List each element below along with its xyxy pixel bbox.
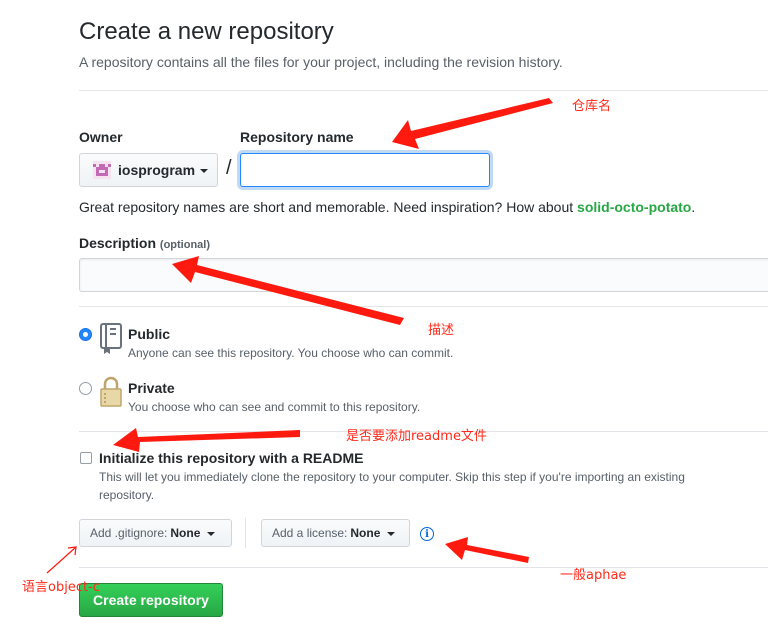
owner-label: Owner — [79, 129, 123, 145]
repo-public-icon — [99, 323, 123, 360]
readme-title: Initialize this repository with a README — [99, 450, 364, 466]
license-value: None — [350, 526, 381, 540]
arrow-repo-name — [392, 98, 553, 149]
arrow-gitignore — [46, 546, 77, 574]
annotation-repo-name: 仓库名 — [572, 99, 612, 114]
hint-end: . — [691, 199, 696, 215]
repo-name-label: Repository name — [240, 129, 354, 145]
gitignore-value: None — [170, 526, 201, 540]
divider — [79, 90, 768, 91]
readme-note-line1: This will let you immediately clone the … — [99, 470, 685, 484]
annotation-license: 一般aphae — [560, 568, 627, 583]
repo-name-input[interactable] — [240, 153, 490, 187]
annotation-description: 描述 — [428, 323, 455, 338]
private-radio[interactable] — [79, 382, 92, 395]
license-dropdown[interactable]: Add a license: None — [261, 519, 410, 547]
owner-repo-separator: / — [226, 157, 232, 179]
chevron-down-icon — [200, 169, 209, 173]
page-subtitle: A repository contains all the files for … — [79, 54, 563, 70]
divider — [79, 306, 768, 307]
gitignore-dropdown[interactable]: Add .gitignore: None — [79, 519, 232, 547]
gitignore-label: Add .gitignore: — [90, 526, 168, 540]
lock-icon — [99, 376, 123, 413]
owner-avatar — [93, 161, 111, 179]
description-input[interactable] — [79, 258, 768, 292]
page-title: Create a new repository — [79, 18, 334, 45]
public-note: Anyone can see this repository. You choo… — [128, 346, 454, 360]
owner-value: iosprogram — [118, 162, 196, 178]
license-label: Add a license: — [272, 526, 348, 540]
optional-tag: (optional) — [159, 239, 211, 251]
arrow-license — [445, 537, 529, 563]
readme-note-line2: repository. — [99, 488, 155, 502]
hint-text: Great repository names are short and mem… — [79, 199, 578, 215]
readme-checkbox[interactable] — [80, 452, 92, 464]
public-radio[interactable] — [79, 328, 92, 341]
description-label-text: Description — [79, 235, 157, 251]
private-title: Private — [128, 380, 175, 396]
chevron-down-icon — [207, 532, 216, 536]
description-label: Description (optional) — [79, 235, 210, 251]
public-title: Public — [128, 326, 171, 342]
private-note: You choose who can see and commit to thi… — [128, 400, 421, 414]
create-repository-button[interactable]: Create repository — [79, 583, 223, 617]
annotation-readme: 是否要添加readme文件 — [346, 429, 487, 444]
annotation-gitignore: 语言object-c — [22, 580, 100, 595]
divider — [79, 567, 768, 568]
divider — [245, 518, 246, 548]
chevron-down-icon — [387, 532, 396, 536]
info-icon[interactable]: i — [420, 527, 434, 541]
owner-dropdown[interactable]: iosprogram — [79, 153, 218, 187]
name-suggestion-link[interactable]: solid-octo-potato — [577, 199, 691, 215]
repo-name-hint: Great repository names are short and mem… — [79, 199, 695, 215]
